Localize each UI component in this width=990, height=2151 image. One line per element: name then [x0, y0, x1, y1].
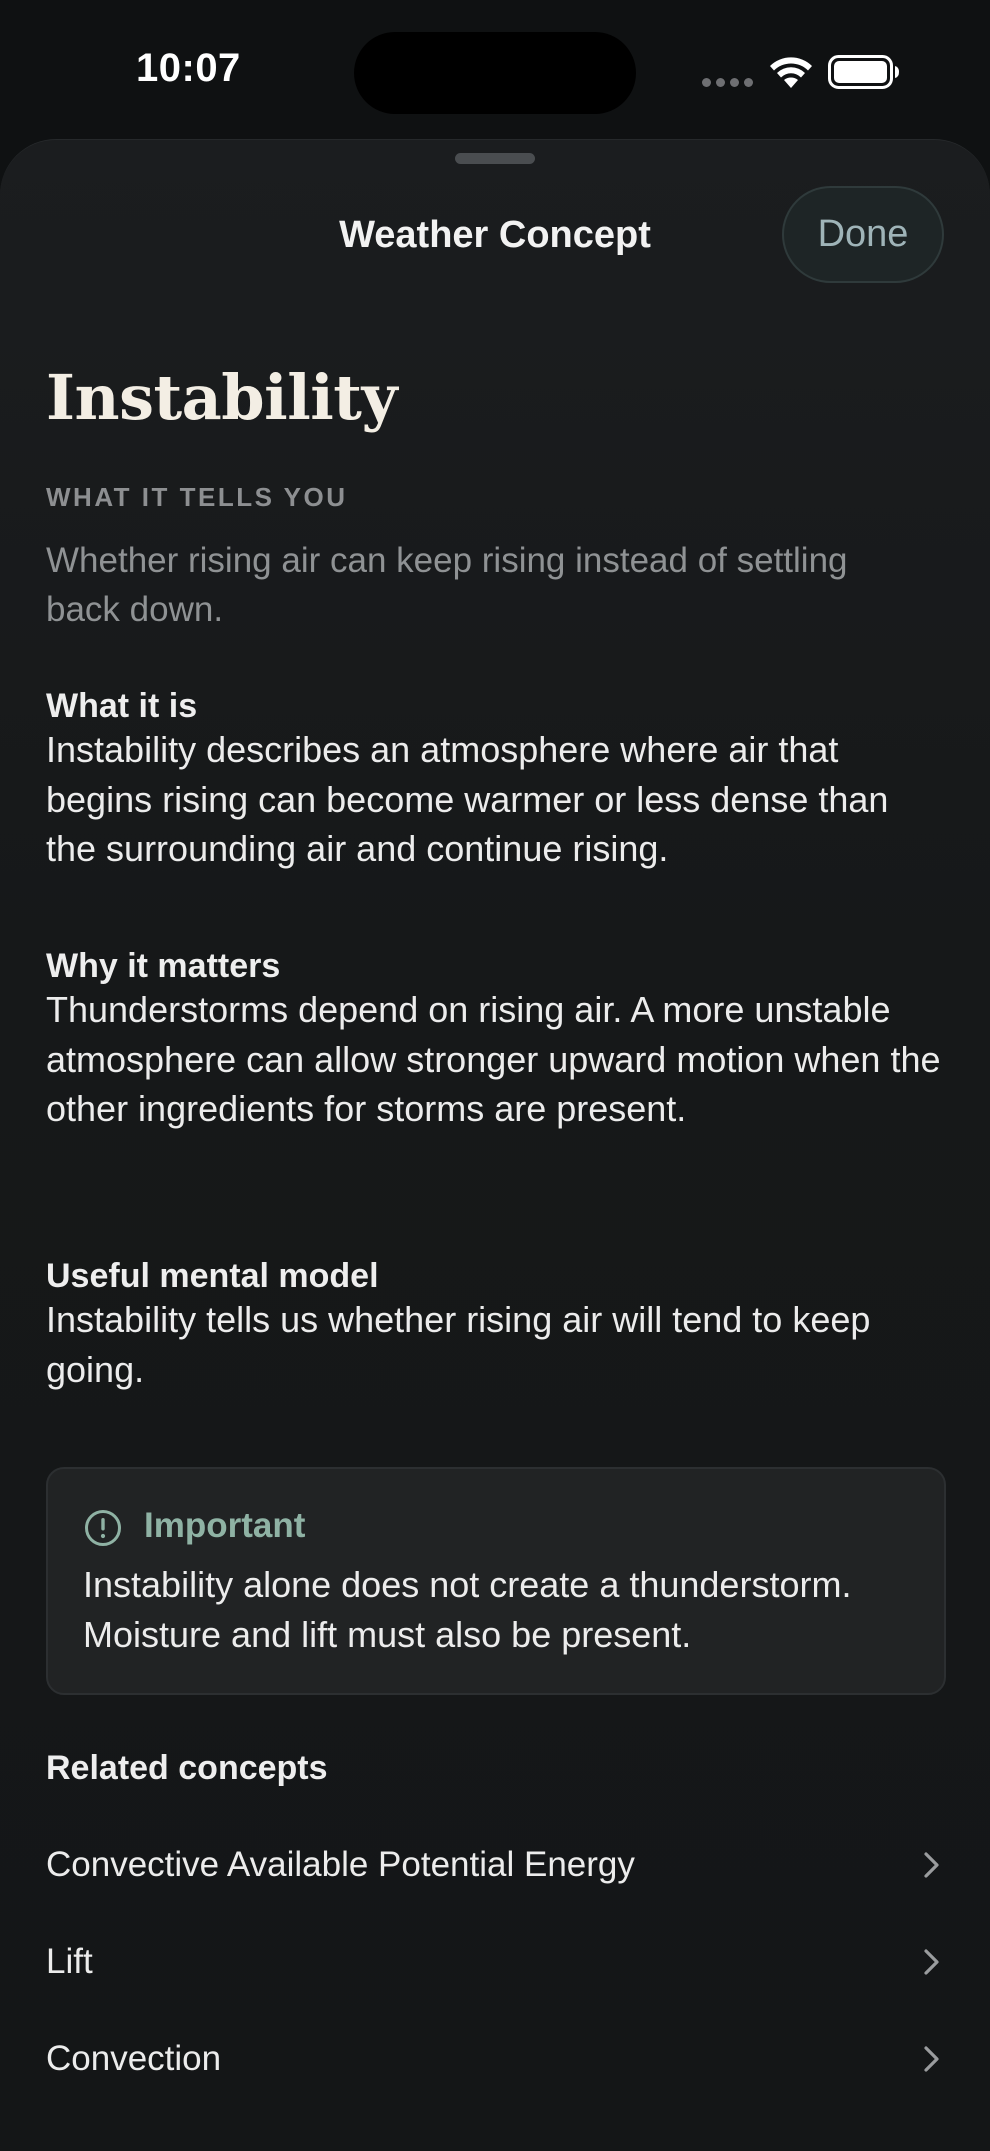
- section-text-mental-model: Instability tells us whether rising air …: [46, 1299, 871, 1390]
- section-heading-mental-model: Useful mental model: [46, 1257, 379, 1295]
- screen: 10:07 Weather Concept Done Instability W…: [0, 0, 990, 2151]
- callout-title: Important: [144, 1506, 306, 1545]
- section-text-why-it-matters: Thunderstorms depend on rising air. A mo…: [46, 989, 941, 1129]
- status-bar: 10:07: [0, 0, 990, 140]
- done-button[interactable]: Done: [782, 186, 944, 283]
- status-time: 10:07: [136, 46, 241, 90]
- summary-eyebrow: WHAT IT TELLS YOU: [46, 482, 348, 512]
- sheet-grabber[interactable]: [455, 153, 535, 164]
- section-text-what-it-is: Instability describes an atmosphere wher…: [46, 729, 889, 869]
- related-item-cape[interactable]: Convective Available Potential Energy: [46, 1820, 946, 1910]
- dynamic-island: [354, 32, 636, 114]
- concept-title: Instability: [46, 361, 397, 434]
- important-callout: Important Instability alone does not cre…: [46, 1467, 946, 1695]
- concept-sheet: Weather Concept Done Instability WHAT IT…: [0, 139, 990, 2151]
- exclamation-circle-icon: [85, 1510, 121, 1546]
- cellular-signal-icon: [702, 78, 754, 88]
- related-item-label: Lift: [46, 1942, 93, 1981]
- related-item-label: Convection: [46, 2039, 222, 2078]
- concept-summary: Whether rising air can keep rising inste…: [46, 541, 848, 629]
- callout-text: Instability alone does not create a thun…: [83, 1564, 852, 1655]
- chevron-right-icon: [924, 1852, 939, 1878]
- related-item-label: Convective Available Potential Energy: [46, 1845, 635, 1884]
- related-item-lift[interactable]: Lift: [46, 1917, 946, 2007]
- related-item-convection[interactable]: Convection: [46, 2014, 946, 2104]
- chevron-right-icon: [924, 1949, 939, 1975]
- section-heading-what-it-is: What it is: [46, 687, 198, 725]
- section-heading-why-it-matters: Why it matters: [46, 947, 281, 985]
- chevron-right-icon: [924, 2046, 939, 2072]
- wifi-icon: [770, 57, 812, 88]
- related-concepts-heading: Related concepts: [46, 1749, 328, 1787]
- battery-icon: [828, 55, 899, 89]
